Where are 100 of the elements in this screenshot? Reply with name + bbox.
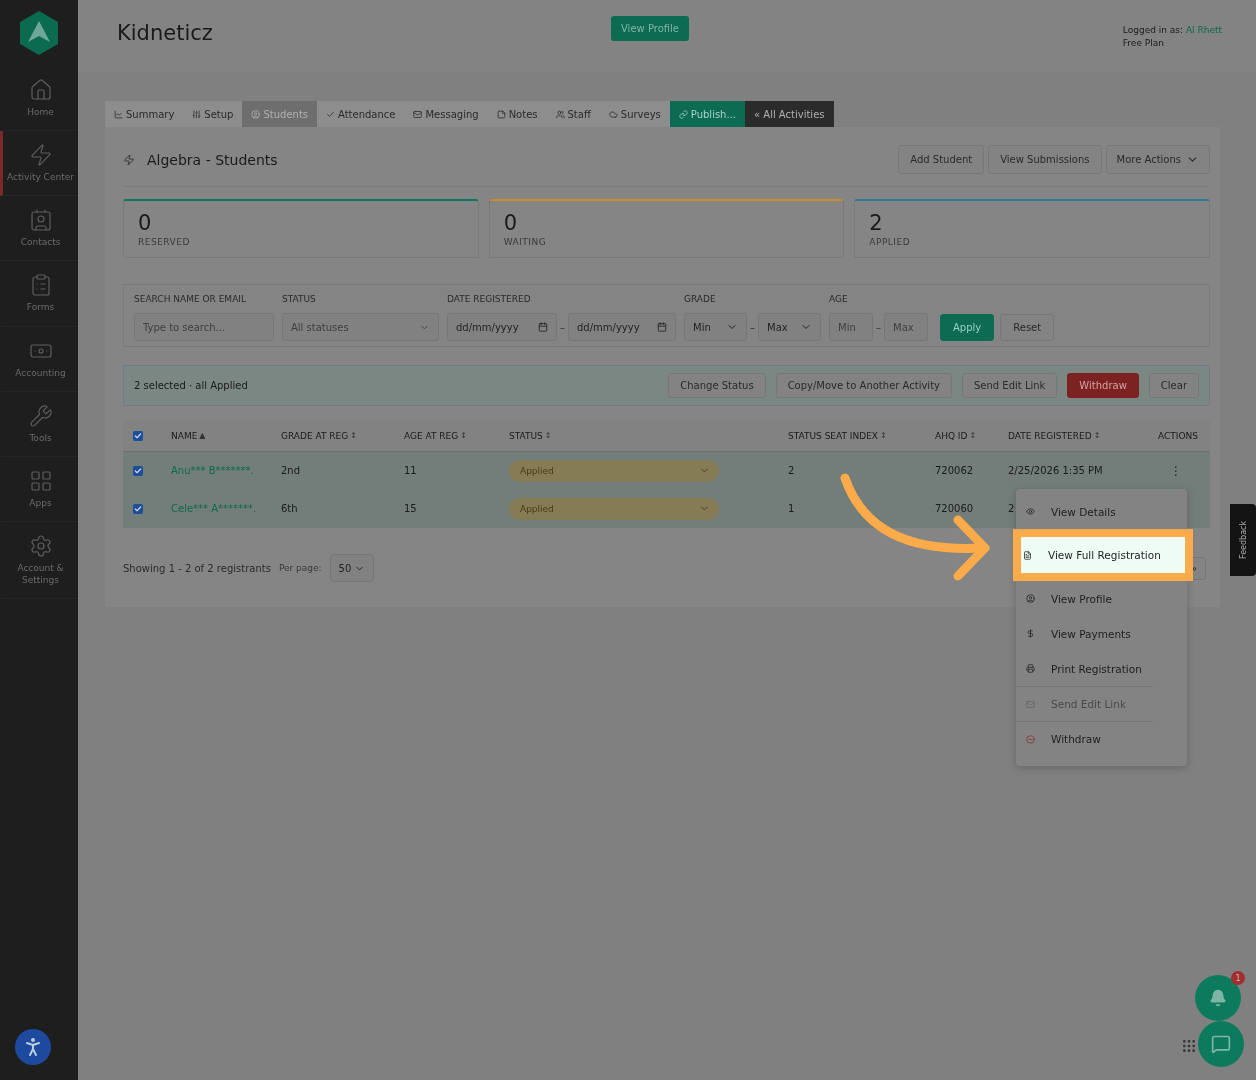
- menu-item[interactable]: Withdraw: [1016, 721, 1153, 756]
- sidebar-item[interactable]: Activity Center: [0, 131, 78, 197]
- sidebar-item[interactable]: Accounting: [0, 326, 78, 392]
- pagination-summary: Showing 1 - 2 of 2 registrants: [123, 562, 271, 574]
- bell-icon: [1209, 989, 1227, 1007]
- more-actions-button[interactable]: ⋮: [1170, 463, 1210, 478]
- sort-indicator: ↕: [1093, 431, 1101, 440]
- per-page-label: Per page:: [278, 563, 322, 573]
- grip-icon[interactable]: [1181, 1038, 1197, 1054]
- wrench-icon: [28, 403, 53, 428]
- date-field[interactable]: dd/mm/yyyy: [447, 313, 557, 341]
- menu-item[interactable]: View Payments: [1016, 616, 1153, 651]
- mail-icon: [1026, 699, 1035, 709]
- tab[interactable]: Attendance: [317, 101, 405, 127]
- grid-icon: [28, 468, 53, 493]
- bulk-action-button[interactable]: Clear: [1148, 373, 1199, 398]
- tab[interactable]: Surveys: [599, 101, 670, 127]
- mail-icon: [413, 109, 423, 119]
- stat-value: 2: [869, 211, 884, 235]
- stat-value: 0: [138, 211, 153, 235]
- filter-label: STATUS: [282, 294, 317, 304]
- settings-icon: [28, 534, 53, 558]
- link-icon: [678, 109, 688, 119]
- user-icon: [251, 109, 261, 119]
- tab[interactable]: Staff: [546, 101, 600, 127]
- tab[interactable]: Notes: [487, 101, 547, 127]
- table-cell: 2/25/2026 1:35 PM: [1008, 465, 1103, 476]
- sidebar-item[interactable]: Contacts: [0, 196, 78, 262]
- bulk-action-button[interactable]: Withdraw: [1067, 373, 1139, 398]
- printer-icon: [1026, 664, 1035, 673]
- range-dash: –: [750, 321, 755, 333]
- column-header[interactable]: GRADE AT REG ↕: [281, 430, 404, 441]
- app-title: Kidneticz: [117, 21, 214, 45]
- tab[interactable]: « All Activities: [745, 101, 834, 127]
- tab[interactable]: Students: [242, 101, 317, 127]
- column-header[interactable]: DATE REGISTERED ↕: [1008, 430, 1153, 441]
- menu-item[interactable]: View Profile: [1016, 581, 1153, 616]
- accessibility-button[interactable]: [15, 1029, 51, 1065]
- status-select[interactable]: Applied: [509, 497, 719, 520]
- checkbox[interactable]: [133, 430, 143, 441]
- stat-label: APPLIED: [869, 237, 912, 247]
- bulk-action-button[interactable]: Change Status: [668, 373, 766, 398]
- calendar-icon: [657, 322, 667, 332]
- column-header[interactable]: AHQ ID ↕: [935, 430, 1008, 441]
- status-select[interactable]: All statuses: [282, 313, 439, 341]
- column-header[interactable]: AGE AT REG ↕: [404, 430, 509, 441]
- sidebar-item[interactable]: Account & Settings: [0, 522, 78, 600]
- checkbox[interactable]: [133, 465, 143, 476]
- sidebar-item[interactable]: Apps: [0, 456, 78, 522]
- minus-circle-icon: [1026, 734, 1035, 744]
- tab[interactable]: Summary: [105, 101, 184, 127]
- per-page-select[interactable]: 50: [329, 554, 374, 582]
- home-icon: [28, 78, 53, 102]
- grade-select[interactable]: Min: [684, 313, 747, 341]
- lightning-icon: [28, 143, 53, 168]
- bulk-action-button[interactable]: Copy/Move to Another Activity: [775, 373, 952, 398]
- column-header[interactable]: ACTIONS: [1158, 430, 1210, 441]
- sort-indicator: ↕: [350, 431, 357, 440]
- menu-item[interactable]: View Full Registration: [1013, 529, 1193, 581]
- date-field[interactable]: dd/mm/yyyy: [568, 313, 676, 341]
- grade-select[interactable]: Max: [758, 313, 821, 341]
- view-profile-button[interactable]: View Profile: [611, 16, 689, 41]
- action-button[interactable]: Add Student: [898, 145, 985, 174]
- column-header[interactable]: STATUS SEAT INDEX ↕: [788, 430, 935, 441]
- apply-button[interactable]: Apply: [940, 314, 995, 341]
- tab[interactable]: Setup: [183, 101, 243, 127]
- column-header[interactable]: NAME ▲: [171, 430, 281, 441]
- stat-label: WAITING: [503, 237, 548, 247]
- notification-badge: 1: [1231, 971, 1245, 985]
- action-button[interactable]: More Actions: [1105, 145, 1210, 174]
- users-icon: [555, 109, 565, 119]
- logo-icon: [19, 10, 59, 56]
- sidebar-item[interactable]: Home: [0, 66, 78, 132]
- cloud-icon: [608, 109, 618, 119]
- bulk-action-button[interactable]: Send Edit Link: [961, 373, 1058, 398]
- menu-item[interactable]: View Details: [1016, 494, 1153, 529]
- search-field[interactable]: Type to search...: [134, 313, 274, 341]
- status-select[interactable]: Applied: [509, 459, 719, 482]
- lightning-icon: [123, 153, 135, 166]
- chat-icon: [1211, 1034, 1231, 1054]
- menu-item[interactable]: Print Registration: [1016, 651, 1153, 686]
- sidebar-item[interactable]: Forms: [0, 261, 78, 327]
- filter-label: SEARCH NAME OR EMAIL: [134, 294, 247, 304]
- table-cell: 2: [788, 465, 795, 476]
- reset-button[interactable]: Reset: [1000, 314, 1055, 341]
- sidebar-item[interactable]: Tools: [0, 391, 78, 457]
- table-cell: 1: [788, 503, 795, 514]
- table-cell: 6th: [281, 503, 298, 514]
- sort-indicator: ▲: [199, 431, 206, 440]
- age-field[interactable]: Min: [829, 313, 873, 341]
- sort-indicator: ↕: [460, 431, 467, 440]
- sort-indicator: ↕: [544, 431, 552, 440]
- action-button[interactable]: View Submissions: [988, 145, 1102, 174]
- feedback-tab[interactable]: Feedback: [1230, 504, 1256, 576]
- tab[interactable]: Messaging: [404, 101, 488, 127]
- column-header[interactable]: STATUS ↕: [509, 430, 788, 441]
- tab[interactable]: Publish...: [669, 101, 745, 127]
- plan-label: Free Plan: [1122, 36, 1165, 50]
- checkbox[interactable]: [133, 503, 143, 514]
- age-field[interactable]: Max: [884, 313, 928, 341]
